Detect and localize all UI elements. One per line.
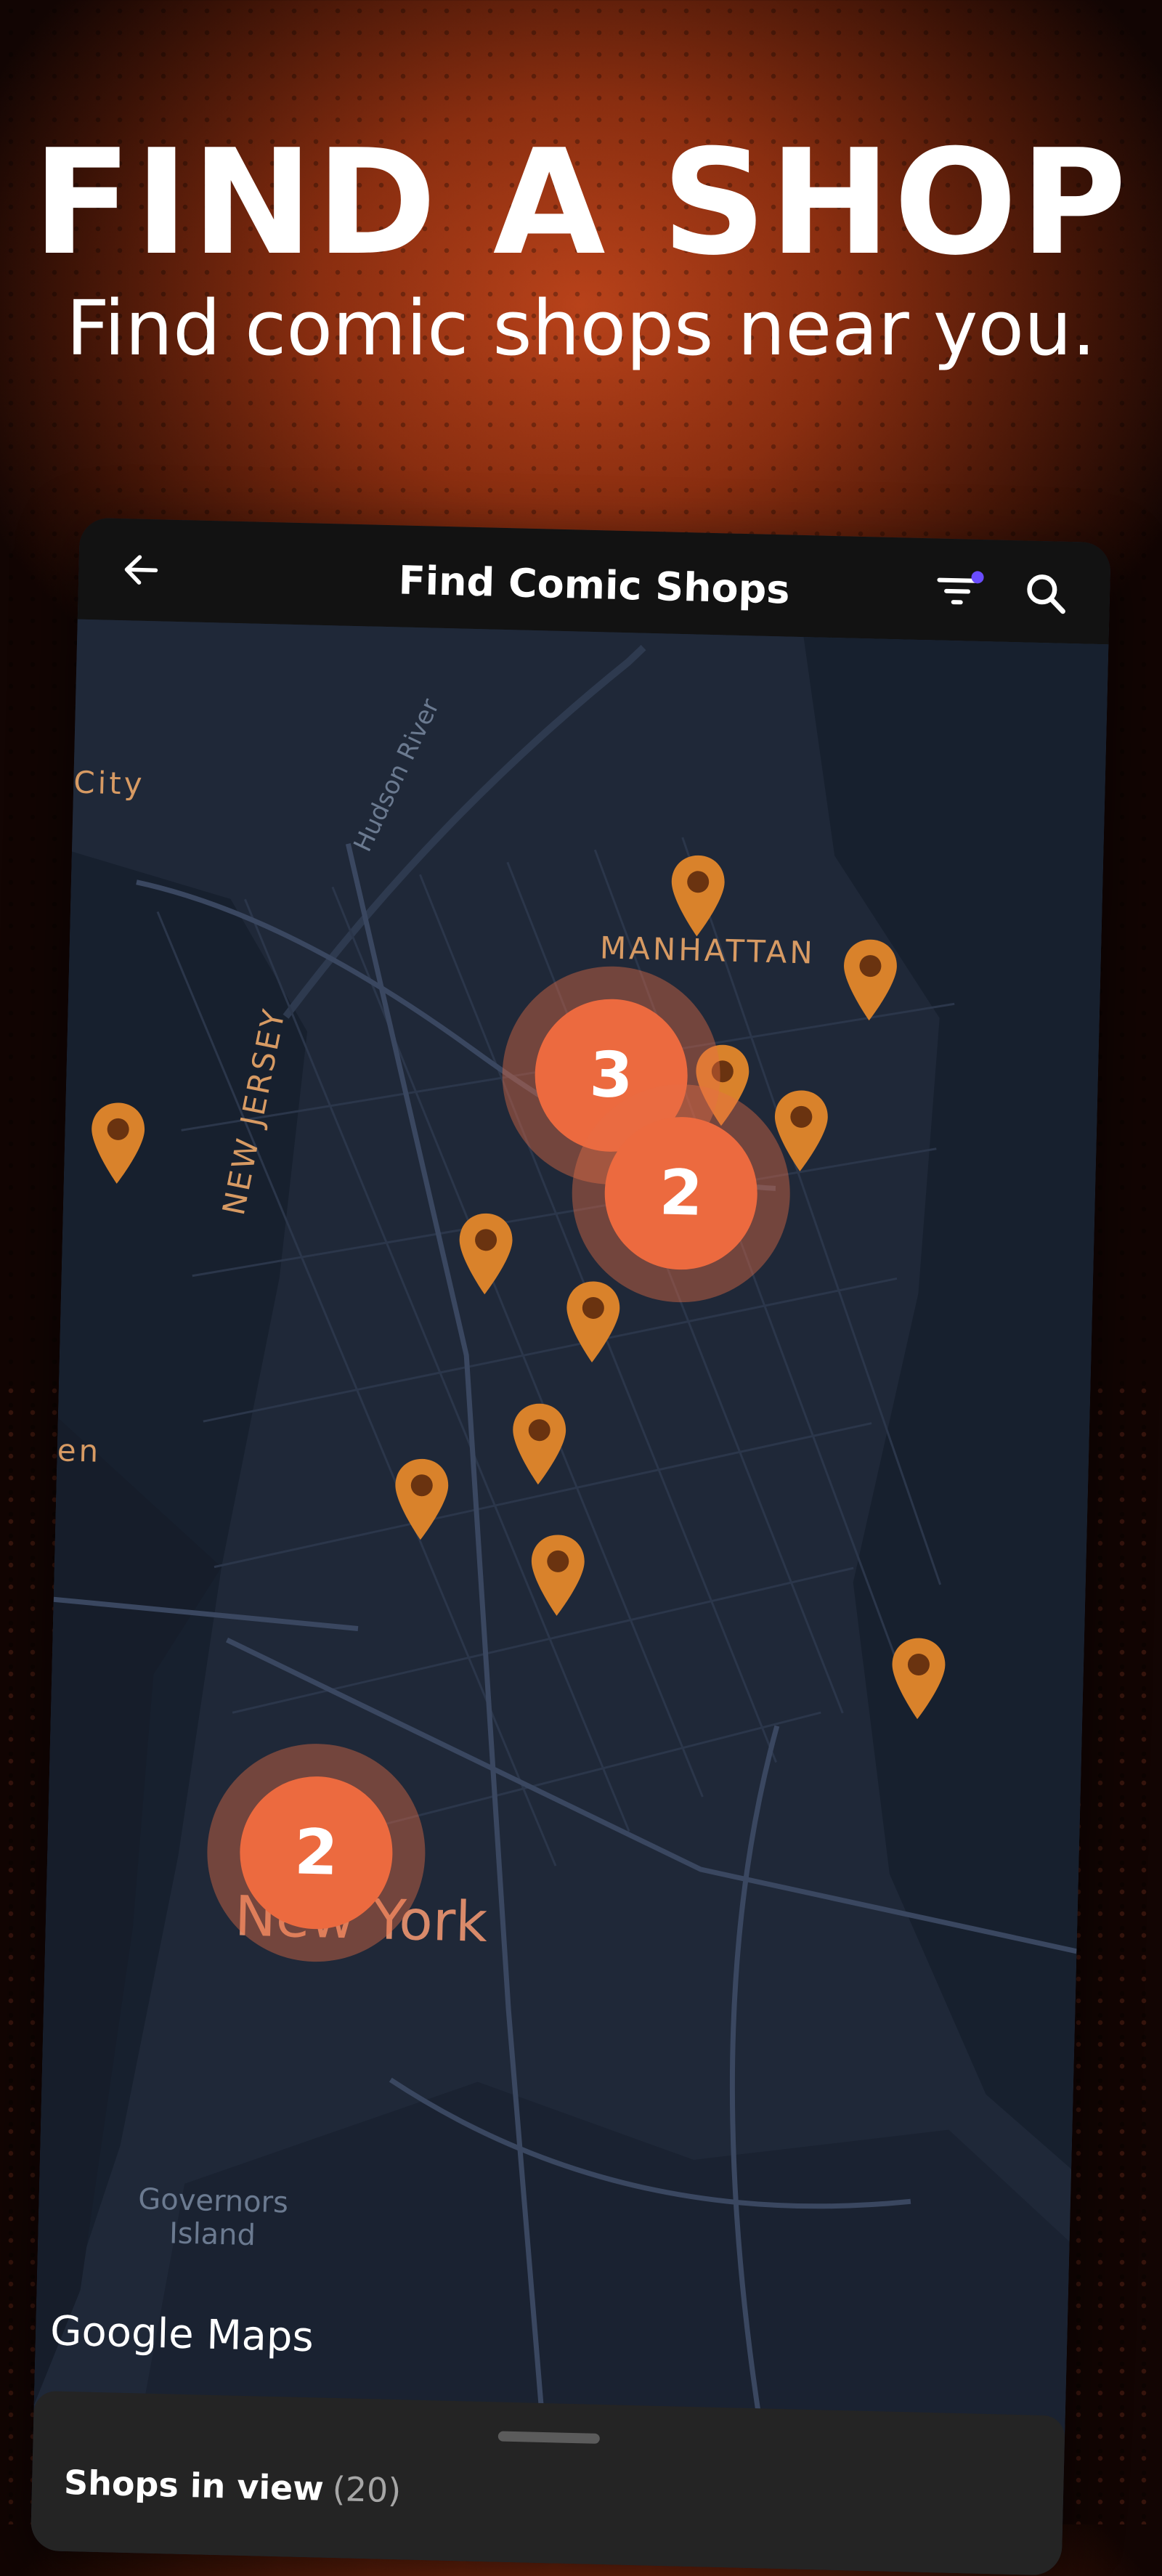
shop-pin[interactable] (86, 1099, 150, 1187)
map-view[interactable]: MANHATTAN NEW JERSEY City en New York Hu… (33, 619, 1109, 2431)
phone-screen: Find Comic Shops MANHATTAN NEW JERSEY Ci… (30, 517, 1111, 2576)
shop-pin[interactable] (453, 1210, 518, 1299)
shops-in-view-title: Shops in view (63, 2462, 325, 2508)
search-icon[interactable] (1022, 569, 1070, 617)
filter-icon[interactable] (935, 569, 986, 614)
map-geometry (33, 619, 1109, 2431)
shop-pin[interactable] (525, 1531, 590, 1620)
map-label-en: en (57, 1432, 102, 1469)
shop-cluster[interactable]: 2 (204, 1741, 428, 1964)
shops-in-view-label: Shops in view (20) (63, 2463, 401, 2510)
map-label-governors-island: Governors Island (137, 2182, 289, 2253)
google-maps-attribution: Google Maps (49, 2307, 314, 2362)
shop-pin[interactable] (838, 935, 903, 1024)
map-label-city: City (73, 764, 146, 802)
shop-pin[interactable] (665, 852, 730, 940)
shops-in-view-count: (20) (332, 2469, 402, 2511)
shop-pin[interactable] (507, 1399, 572, 1488)
shop-pin[interactable] (389, 1455, 454, 1544)
promo-subline: Find comic shops near you. (66, 284, 1096, 373)
shop-cluster[interactable]: 2 (569, 1081, 793, 1305)
promo-headline: FIND A SHOP (32, 118, 1130, 288)
bottom-sheet[interactable]: Shops in view (20) (30, 2390, 1065, 2576)
shop-pin[interactable] (886, 1634, 951, 1723)
sheet-drag-handle[interactable] (497, 2431, 600, 2444)
